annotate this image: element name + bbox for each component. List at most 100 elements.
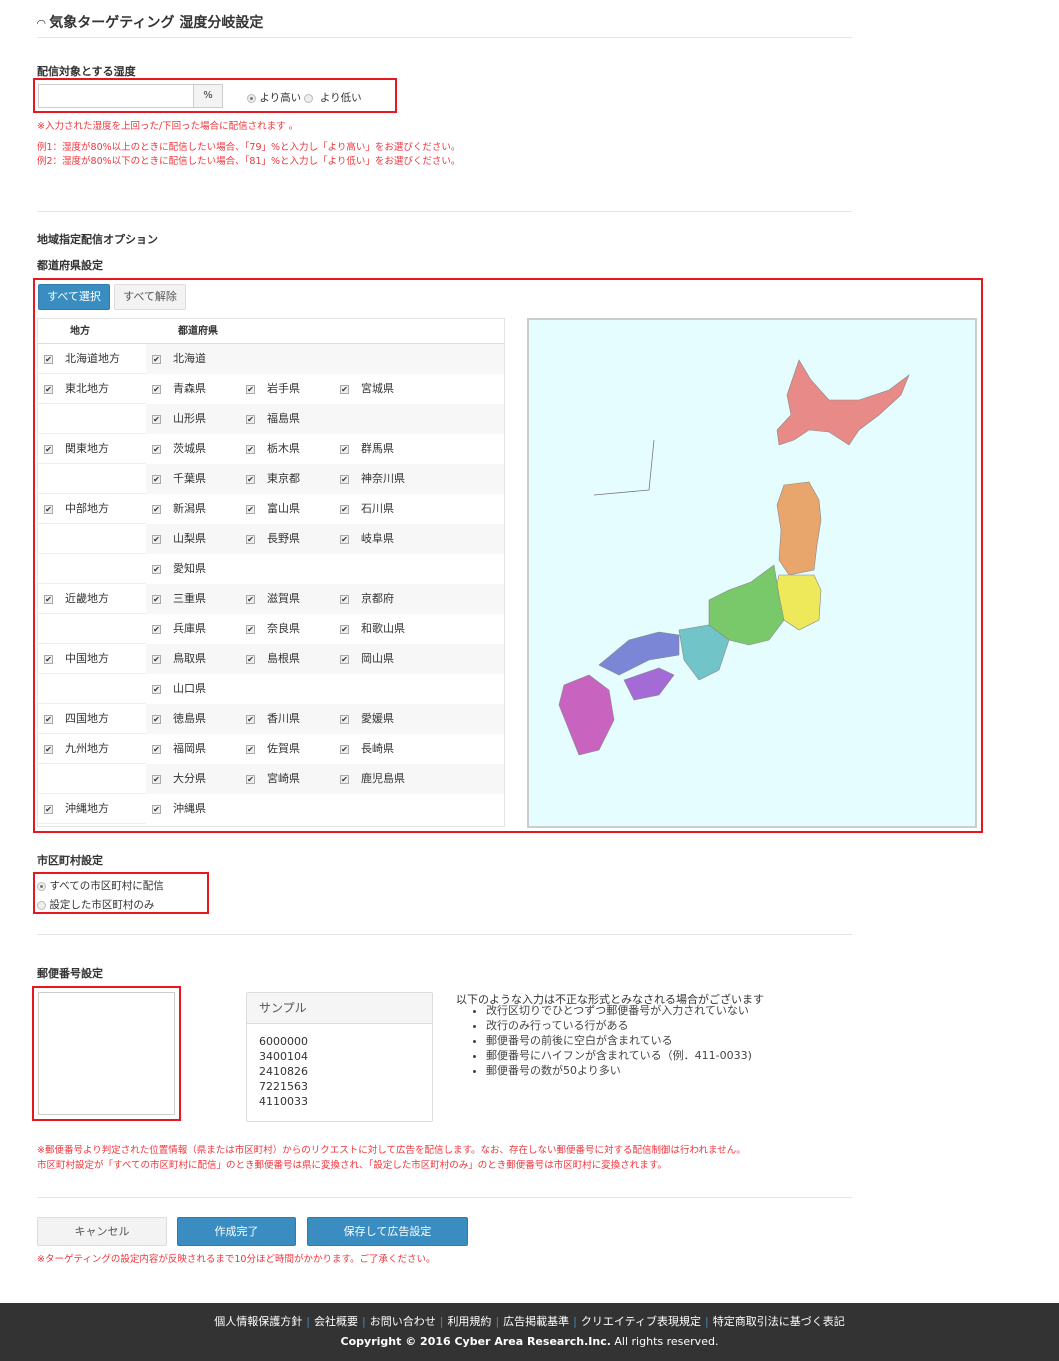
prefecture-item[interactable]: ✔ 和歌山県 bbox=[340, 614, 422, 644]
prefecture-item[interactable]: ✔ 茨城県 bbox=[152, 434, 246, 464]
prefecture-checkbox[interactable]: ✔ bbox=[340, 774, 349, 784]
footer-link[interactable]: 特定商取引法に基づく表記 bbox=[713, 1315, 845, 1328]
region-checkbox[interactable]: ✔ bbox=[44, 804, 53, 814]
prefecture-checkbox[interactable]: ✔ bbox=[340, 714, 349, 724]
prefecture-checkbox[interactable]: ✔ bbox=[246, 744, 255, 754]
radio-city-set[interactable] bbox=[37, 900, 46, 910]
prefecture-checkbox[interactable]: ✔ bbox=[152, 744, 161, 754]
prefecture-item[interactable]: ✔ 岐阜県 bbox=[340, 524, 422, 554]
prefecture-item[interactable]: ✔ 大分県 bbox=[152, 764, 246, 794]
prefecture-item[interactable]: ✔ 愛知県 bbox=[152, 554, 246, 584]
prefecture-item[interactable]: ✔ 宮城県 bbox=[340, 374, 422, 404]
prefecture-item[interactable]: ✔ 岡山県 bbox=[340, 644, 422, 674]
prefecture-checkbox[interactable]: ✔ bbox=[152, 384, 161, 394]
prefecture-item[interactable]: ✔ 栃木県 bbox=[246, 434, 340, 464]
footer-link[interactable]: 会社概要 bbox=[314, 1315, 358, 1328]
prefecture-item[interactable]: ✔ 滋賀県 bbox=[246, 584, 340, 614]
prefecture-checkbox[interactable]: ✔ bbox=[152, 534, 161, 544]
prefecture-checkbox[interactable]: ✔ bbox=[246, 534, 255, 544]
prefecture-checkbox[interactable]: ✔ bbox=[152, 804, 161, 814]
prefecture-checkbox[interactable]: ✔ bbox=[246, 504, 255, 514]
prefecture-checkbox[interactable]: ✔ bbox=[246, 714, 255, 724]
radio-city-all[interactable] bbox=[37, 881, 46, 891]
prefecture-item[interactable]: ✔ 新潟県 bbox=[152, 494, 246, 524]
prefecture-item[interactable]: ✔ 山形県 bbox=[152, 404, 246, 434]
complete-button[interactable]: 作成完了 bbox=[177, 1217, 296, 1246]
region-checkbox[interactable]: ✔ bbox=[44, 744, 53, 754]
prefecture-checkbox[interactable]: ✔ bbox=[152, 444, 161, 454]
prefecture-item[interactable]: ✔ 北海道 bbox=[152, 344, 246, 374]
prefecture-item[interactable]: ✔ 佐賀県 bbox=[246, 734, 340, 764]
prefecture-item[interactable]: ✔ 京都府 bbox=[340, 584, 422, 614]
prefecture-checkbox[interactable]: ✔ bbox=[246, 384, 255, 394]
radio-lower[interactable] bbox=[304, 93, 314, 103]
footer-link[interactable]: 広告掲載基準 bbox=[503, 1315, 569, 1328]
prefecture-item[interactable]: ✔ 兵庫県 bbox=[152, 614, 246, 644]
prefecture-checkbox[interactable]: ✔ bbox=[246, 444, 255, 454]
prefecture-checkbox[interactable]: ✔ bbox=[246, 654, 255, 664]
region-checkbox[interactable]: ✔ bbox=[44, 504, 53, 514]
region-checkbox[interactable]: ✔ bbox=[44, 714, 53, 724]
prefecture-item[interactable]: ✔ 愛媛県 bbox=[340, 704, 422, 734]
prefecture-checkbox[interactable]: ✔ bbox=[246, 474, 255, 484]
select-all-button[interactable]: すべて選択 bbox=[38, 284, 110, 310]
prefecture-item[interactable]: ✔ 福島県 bbox=[246, 404, 340, 434]
save-and-set-ad-button[interactable]: 保存して広告設定 bbox=[307, 1217, 468, 1246]
prefecture-checkbox[interactable]: ✔ bbox=[152, 654, 161, 664]
prefecture-item[interactable]: ✔ 鳥取県 bbox=[152, 644, 246, 674]
prefecture-checkbox[interactable]: ✔ bbox=[340, 744, 349, 754]
prefecture-checkbox[interactable]: ✔ bbox=[246, 414, 255, 424]
prefecture-item[interactable]: ✔ 島根県 bbox=[246, 644, 340, 674]
deselect-all-button[interactable]: すべて解除 bbox=[114, 284, 186, 310]
region-checkbox[interactable]: ✔ bbox=[44, 444, 53, 454]
humidity-input[interactable] bbox=[38, 84, 194, 108]
prefecture-item[interactable]: ✔ 奈良県 bbox=[246, 614, 340, 644]
radio-higher[interactable] bbox=[247, 93, 256, 103]
prefecture-item[interactable]: ✔ 青森県 bbox=[152, 374, 246, 404]
footer-link[interactable]: お問い合わせ bbox=[370, 1315, 436, 1328]
prefecture-checkbox[interactable]: ✔ bbox=[152, 504, 161, 514]
prefecture-checkbox[interactable]: ✔ bbox=[152, 474, 161, 484]
footer-link[interactable]: 利用規約 bbox=[447, 1315, 491, 1328]
prefecture-item[interactable]: ✔ 群馬県 bbox=[340, 434, 422, 464]
prefecture-item[interactable]: ✔ 宮崎県 bbox=[246, 764, 340, 794]
footer-link[interactable]: クリエイティブ表現規定 bbox=[581, 1315, 701, 1328]
prefecture-item[interactable]: ✔ 徳島県 bbox=[152, 704, 246, 734]
prefecture-checkbox[interactable]: ✔ bbox=[340, 624, 349, 634]
prefecture-checkbox[interactable]: ✔ bbox=[340, 534, 349, 544]
prefecture-item[interactable]: ✔ 東京都 bbox=[246, 464, 340, 494]
region-checkbox[interactable]: ✔ bbox=[44, 384, 53, 394]
prefecture-item[interactable]: ✔ 神奈川県 bbox=[340, 464, 422, 494]
postal-textarea[interactable] bbox=[38, 992, 175, 1115]
prefecture-checkbox[interactable]: ✔ bbox=[246, 594, 255, 604]
prefecture-checkbox[interactable]: ✔ bbox=[340, 444, 349, 454]
prefecture-checkbox[interactable]: ✔ bbox=[152, 564, 161, 574]
prefecture-checkbox[interactable]: ✔ bbox=[340, 474, 349, 484]
region-checkbox[interactable]: ✔ bbox=[44, 354, 53, 364]
prefecture-checkbox[interactable]: ✔ bbox=[246, 774, 255, 784]
prefecture-checkbox[interactable]: ✔ bbox=[152, 684, 161, 694]
prefecture-checkbox[interactable]: ✔ bbox=[340, 654, 349, 664]
prefecture-checkbox[interactable]: ✔ bbox=[152, 594, 161, 604]
japan-map[interactable] bbox=[527, 318, 977, 828]
prefecture-checkbox[interactable]: ✔ bbox=[152, 714, 161, 724]
prefecture-item[interactable]: ✔ 三重県 bbox=[152, 584, 246, 614]
prefecture-checkbox[interactable]: ✔ bbox=[246, 624, 255, 634]
prefecture-item[interactable]: ✔ 石川県 bbox=[340, 494, 422, 524]
prefecture-checkbox[interactable]: ✔ bbox=[152, 624, 161, 634]
prefecture-item[interactable]: ✔ 長野県 bbox=[246, 524, 340, 554]
prefecture-checkbox[interactable]: ✔ bbox=[152, 414, 161, 424]
region-checkbox[interactable]: ✔ bbox=[44, 654, 53, 664]
prefecture-item[interactable]: ✔ 長崎県 bbox=[340, 734, 422, 764]
prefecture-item[interactable]: ✔ 富山県 bbox=[246, 494, 340, 524]
prefecture-checkbox[interactable]: ✔ bbox=[152, 354, 161, 364]
cancel-button[interactable]: キャンセル bbox=[37, 1217, 167, 1246]
prefecture-item[interactable]: ✔ 香川県 bbox=[246, 704, 340, 734]
prefecture-item[interactable]: ✔ 沖縄県 bbox=[152, 794, 246, 824]
prefecture-checkbox[interactable]: ✔ bbox=[340, 504, 349, 514]
prefecture-checkbox[interactable]: ✔ bbox=[152, 774, 161, 784]
prefecture-item[interactable]: ✔ 福岡県 bbox=[152, 734, 246, 764]
prefecture-item[interactable]: ✔ 山口県 bbox=[152, 674, 246, 704]
footer-link[interactable]: 個人情報保護方針 bbox=[214, 1315, 302, 1328]
prefecture-checkbox[interactable]: ✔ bbox=[340, 594, 349, 604]
